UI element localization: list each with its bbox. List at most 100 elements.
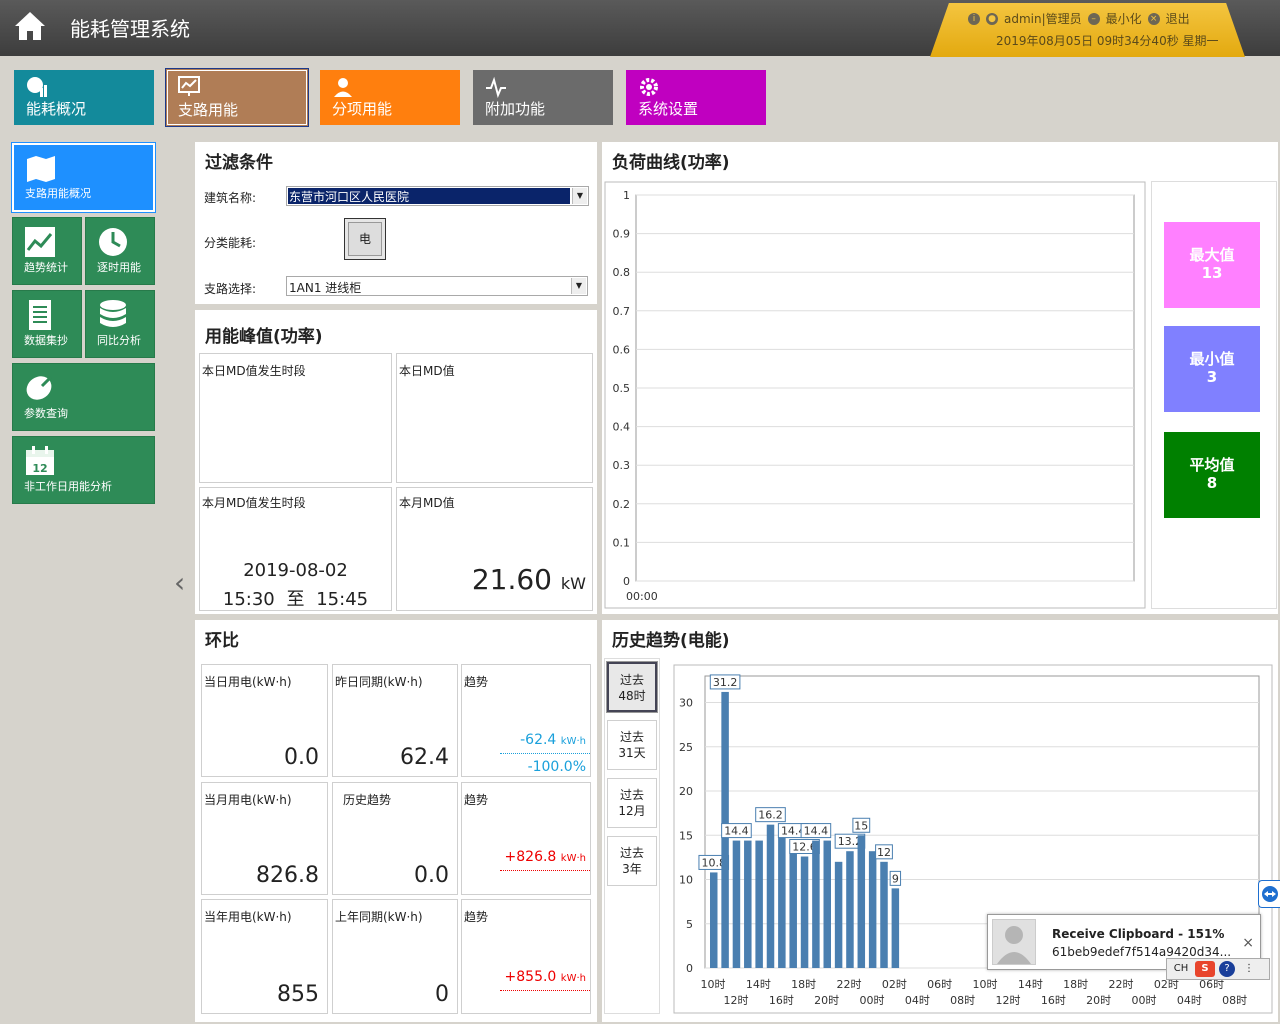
ring-title: 环比	[205, 631, 239, 651]
bar-data-label: 15	[854, 819, 868, 832]
side-label: 同比分析	[97, 334, 141, 347]
chevron-down-icon[interactable]: ▼	[572, 188, 587, 204]
minimize-button[interactable]: 最小化	[1106, 10, 1142, 27]
history-bar[interactable]	[880, 861, 888, 968]
yday-usage-cell: 昨日同期(kW·h) 62.4	[332, 664, 458, 777]
map-icon	[27, 156, 55, 182]
app-header: 能耗管理系统 i ● admin|管理员 – 最小化 × 退出 2019年08月…	[0, 0, 1280, 57]
history-bar[interactable]	[766, 824, 775, 968]
month-md-unit: kW	[560, 574, 586, 593]
history-bar[interactable]	[846, 851, 854, 968]
filter-title: 过滤条件	[205, 153, 273, 173]
load-curve-title: 负荷曲线(功率)	[612, 153, 730, 173]
load-y-tick: 0	[623, 575, 630, 588]
chevron-down-icon[interactable]: ▼	[571, 278, 586, 294]
range-line1: 过去	[619, 673, 644, 687]
lastyear-usage-value: 0	[435, 982, 449, 1007]
hist-x-tick: 06时	[927, 978, 952, 991]
nav-system-settings[interactable]: 系统设置	[626, 70, 766, 125]
hist-x-tick: 20时	[814, 994, 839, 1007]
history-bar[interactable]	[857, 835, 866, 968]
range-12m-button[interactable]: 过去 12月	[607, 778, 657, 828]
satellite-dish-icon	[26, 375, 53, 400]
document-list-icon	[29, 300, 51, 330]
history-bar[interactable]	[823, 840, 832, 968]
branch-label: 支路选择:	[204, 282, 257, 296]
building-value: 东营市河口区人民医院	[288, 188, 570, 204]
history-bar[interactable]	[732, 840, 741, 968]
history-bar[interactable]	[800, 856, 809, 968]
hist-y-tick: 10	[679, 874, 693, 887]
hist-y-tick: 15	[679, 829, 693, 842]
history-bar[interactable]	[789, 840, 797, 968]
month-md-time-range: 15:30 至 15:45	[200, 585, 391, 611]
today-usage-cell: 当日用电(kW·h) 0.0	[201, 664, 328, 777]
history-bar[interactable]	[868, 851, 877, 968]
ime-indicator[interactable]: CH	[1171, 961, 1191, 977]
electricity-button[interactable]: 电	[344, 218, 386, 260]
nav-label: 分项用能	[332, 100, 393, 118]
month-usage-value: 826.8	[256, 863, 319, 888]
trend-year-number: +855.0	[504, 969, 557, 985]
sogou-icon[interactable]: S	[1195, 961, 1215, 977]
history-bar[interactable]	[891, 888, 900, 968]
branch-value: 1AN1 进线柜	[289, 281, 362, 295]
teamviewer-icon[interactable]	[1258, 880, 1280, 908]
load-y-tick: 0.9	[613, 228, 631, 241]
month-md-time-to-label: 至	[286, 589, 305, 610]
hist-x-tick: 16时	[1041, 994, 1066, 1007]
history-bar[interactable]	[778, 835, 786, 968]
side-hourly-energy[interactable]: 逐时用能	[85, 217, 155, 285]
nav-extra-features[interactable]: 附加功能	[473, 70, 613, 125]
branch-select[interactable]: 1AN1 进线柜 ▼	[286, 276, 588, 296]
trend-month-unit: kW·h	[560, 853, 586, 864]
help-icon[interactable]: ?	[1219, 961, 1235, 977]
logout-icon[interactable]: ×	[1147, 12, 1160, 25]
load-y-tick: 0.5	[613, 382, 631, 395]
trend-month-value: +826.8 kW·h	[505, 849, 586, 865]
collapse-sidebar-icon[interactable]: ‹	[174, 566, 185, 599]
history-bar[interactable]	[834, 861, 843, 968]
hist-y-tick: 20	[679, 785, 693, 798]
range-48h-button[interactable]: 过去 48时	[606, 661, 658, 713]
side-nonworkday-analysis[interactable]: 12 非工作日用能分析	[12, 436, 155, 504]
pulse-icon	[486, 76, 506, 98]
nav-branch-energy[interactable]: 支路用能	[165, 68, 309, 127]
info-icon[interactable]: i	[968, 12, 980, 25]
logout-button[interactable]: 退出	[1166, 10, 1190, 27]
range-line2: 31天	[618, 746, 646, 760]
home-icon[interactable]	[12, 8, 48, 44]
nav-itemized-energy[interactable]: 分项用能	[320, 70, 460, 125]
nav-energy-overview[interactable]: 能耗概况	[14, 70, 154, 125]
history-bar[interactable]	[744, 840, 752, 968]
side-data-reading[interactable]: 数据集抄	[12, 290, 82, 358]
bar-data-label: 16.2	[758, 809, 783, 822]
chart-board-icon	[178, 76, 200, 96]
close-icon[interactable]: ×	[1242, 935, 1254, 951]
history-bar[interactable]	[755, 840, 763, 968]
history-bar[interactable]	[812, 840, 820, 968]
month-md-value-label: 本月MD值	[399, 496, 455, 510]
tray-menu-icon[interactable]: ⋮	[1239, 961, 1259, 977]
avg-value: 8	[1206, 474, 1218, 492]
hist-y-tick: 0	[686, 962, 693, 975]
avg-value-box: 平均值 8	[1164, 432, 1260, 518]
load-y-tick: 0.4	[613, 421, 631, 434]
hist-x-tick: 18时	[1063, 978, 1088, 991]
system-tray: CH S ? ⋮	[1166, 958, 1270, 980]
building-select[interactable]: 东营市河口区人民医院 ▼	[286, 186, 589, 206]
popup-title: Receive Clipboard - 151%	[1052, 927, 1225, 941]
side-param-query[interactable]: 参数查询	[12, 363, 155, 431]
history-bar[interactable]	[710, 872, 718, 968]
svg-text:12: 12	[32, 462, 47, 475]
hist-x-tick: 10时	[701, 978, 726, 991]
side-label: 趋势统计	[24, 261, 68, 274]
range-3y-button[interactable]: 过去 3年	[607, 836, 657, 886]
range-31d-button[interactable]: 过去 31天	[607, 720, 657, 770]
side-yoy-analysis[interactable]: 同比分析	[85, 290, 155, 358]
user-panel: i ● admin|管理员 – 最小化 × 退出 2019年08月05日 09时…	[930, 3, 1245, 57]
side-trend-stats[interactable]: 趋势统计	[12, 217, 82, 285]
side-branch-overview[interactable]: 支路用能概况	[11, 142, 156, 213]
trend-year-unit: kW·h	[560, 973, 586, 984]
minimize-icon[interactable]: –	[1087, 12, 1100, 25]
